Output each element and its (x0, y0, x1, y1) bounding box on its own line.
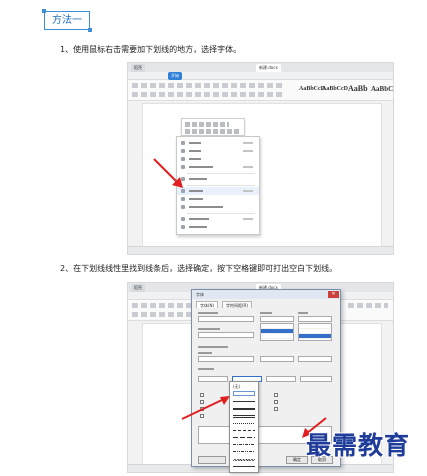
underline-dot-dot-dash-option[interactable] (233, 451, 255, 452)
ctx-item-hyperlink[interactable] (177, 215, 259, 223)
dialog-close-button[interactable]: ✕ (328, 291, 339, 298)
ribbon-toolbar: AaBbCcD AaBbCcD AaBb AaBbC (128, 80, 393, 101)
all-caps-checkbox[interactable] (274, 400, 278, 404)
default-button[interactable] (198, 456, 226, 464)
style-sample-3[interactable]: AaBb (348, 84, 368, 93)
underline-none-option[interactable]: (无) (233, 384, 255, 389)
underline-dash-option[interactable] (233, 430, 255, 431)
window-titlebar: 稻壳 新建.docx (128, 63, 393, 72)
ribbon-tab-start[interactable]: 开始 (168, 72, 182, 80)
ctx-item-insert-comment[interactable] (177, 223, 259, 231)
tab-char-spacing[interactable]: 字符间距(R) (222, 301, 252, 308)
underline-wave-option[interactable] (233, 459, 255, 461)
complex-size-select[interactable] (298, 356, 332, 362)
red-arrow-icon-2 (181, 396, 230, 420)
mini-format-toolbar[interactable] (181, 118, 245, 136)
underline-dotted-option[interactable] (233, 423, 255, 424)
step-2-text: 2、在下划线线性里找到线条后，选择确定，按下空格键即可打出空白下划线。 (60, 264, 338, 273)
underline-long-dash-option[interactable] (233, 437, 255, 438)
font-size-list[interactable] (298, 323, 332, 341)
red-arrow-icon (153, 158, 183, 188)
underline-color-select[interactable] (266, 376, 296, 382)
hidden-text-checkbox[interactable] (274, 407, 278, 411)
complex-style-select[interactable] (260, 356, 294, 362)
emphasis-mark-select[interactable] (300, 376, 332, 382)
ctx-item-bullets[interactable] (177, 203, 259, 211)
method-heading-tag: 方法一 (42, 9, 92, 32)
complex-font-select[interactable] (198, 356, 254, 362)
underline-more-option[interactable] (233, 466, 255, 467)
ctx-item-cut[interactable] (177, 147, 259, 155)
style-sample-2[interactable]: AaBbCcD (322, 86, 348, 92)
watermark-logo: 最需教育 (306, 431, 411, 460)
tab-font[interactable]: 字体(N) (196, 301, 219, 308)
ok-button[interactable]: 确定 (286, 456, 308, 464)
style-sample-4[interactable]: AaBbC (371, 85, 393, 93)
font-style-list[interactable] (260, 323, 294, 341)
ctx-item-paragraph[interactable] (177, 195, 259, 203)
underline-words-option[interactable] (233, 391, 255, 396)
underline-dot-dash-option[interactable] (233, 444, 255, 445)
font-dialog-title: 字体 (192, 290, 340, 299)
underline-thick-option[interactable] (233, 408, 255, 410)
western-font-select[interactable] (198, 332, 254, 338)
tab-daoke-2[interactable]: 稻壳 (131, 284, 145, 292)
cn-font-select[interactable] (198, 316, 254, 322)
font-size-field[interactable] (298, 316, 332, 322)
ctx-item-copy[interactable] (177, 139, 259, 147)
font-style-field[interactable] (260, 316, 294, 322)
status-bar (128, 246, 393, 254)
small-caps-checkbox[interactable] (274, 393, 278, 397)
underline-single-option[interactable] (233, 401, 255, 402)
tab-daoke[interactable]: 稻壳 (131, 64, 145, 72)
underline-double-option[interactable] (233, 415, 255, 418)
ribbon-menu: 开始 (128, 72, 393, 80)
tab-document[interactable]: 新建.docx (256, 64, 281, 72)
font-color-select[interactable] (198, 376, 228, 382)
step-1-text: 1、使用鼠标右击需要加下划线的地方，选择字体。 (60, 45, 242, 54)
